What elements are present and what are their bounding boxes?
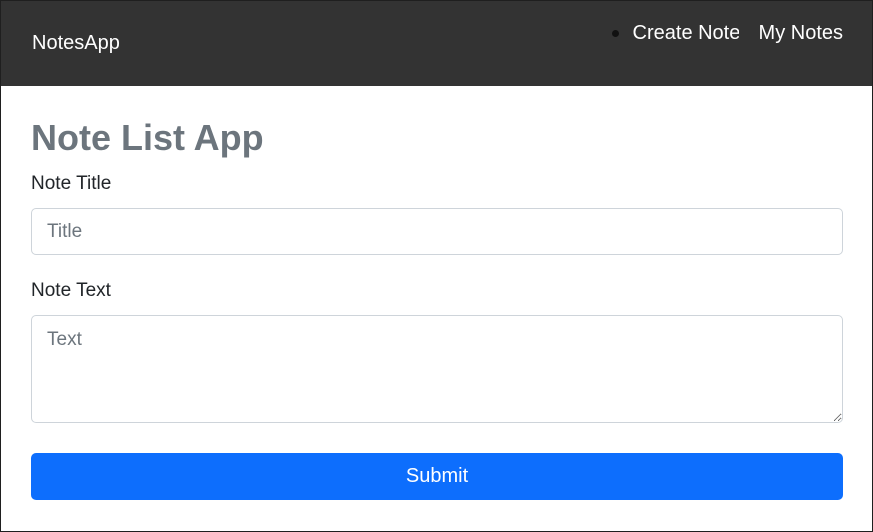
note-text-label: Note Text xyxy=(31,280,111,301)
note-text-input[interactable] xyxy=(31,315,843,423)
nav-item-my-notes: My Notes xyxy=(759,21,843,45)
note-form-container: Note List App Note Title Note Text Submi… xyxy=(31,114,843,500)
submit-button[interactable]: Submit xyxy=(31,453,843,500)
note-title-label: Note Title xyxy=(31,173,112,194)
page-title: Note List App xyxy=(31,117,264,158)
bullet-icon xyxy=(611,29,619,37)
my-notes-link[interactable]: My Notes xyxy=(759,21,843,45)
brand-link[interactable]: NotesApp xyxy=(32,31,120,55)
nav-list: Create Note My Notes xyxy=(611,21,843,45)
create-note-link[interactable]: Create Note xyxy=(633,21,739,45)
note-title-input[interactable] xyxy=(31,208,843,255)
navbar: NotesApp Create Note My Notes xyxy=(0,0,873,86)
nav-item-create-note: Create Note xyxy=(611,21,739,45)
note-form: Note Title Note Text Submit xyxy=(31,172,843,500)
